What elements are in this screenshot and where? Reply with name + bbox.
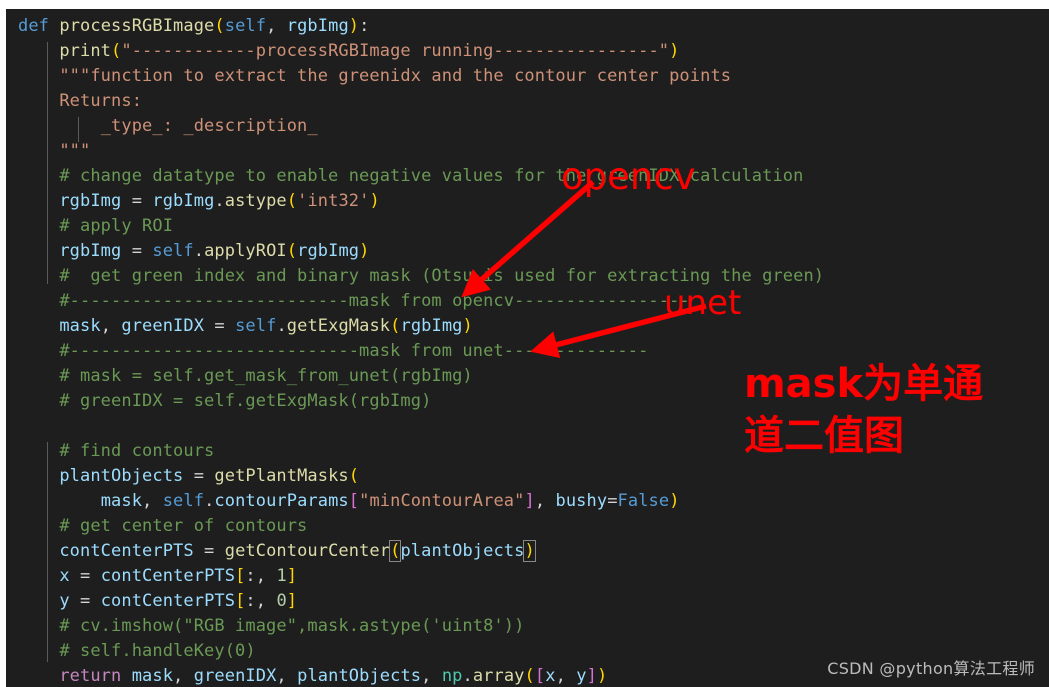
code-line[interactable]: # mask = self.get_mask_from_unet(rgbImg) bbox=[6, 364, 1049, 389]
code-line[interactable]: print("------------processRGBImage runni… bbox=[6, 39, 1049, 64]
code-line[interactable]: # find contours bbox=[6, 439, 1049, 464]
csdn-watermark: CSDN @python算法工程师 bbox=[827, 659, 1035, 678]
code-editor[interactable]: def processRGBImage(self, rgbImg): print… bbox=[6, 9, 1049, 687]
code-line[interactable]: # greenIDX = self.getExgMask(rgbImg) bbox=[6, 389, 1049, 414]
code-line[interactable] bbox=[6, 414, 1049, 439]
code-line[interactable]: # get center of contours bbox=[6, 514, 1049, 539]
code-text-area[interactable]: def processRGBImage(self, rgbImg): print… bbox=[6, 9, 1049, 687]
code-line[interactable]: # get green index and binary mask (Otsu … bbox=[6, 264, 1049, 289]
code-line[interactable]: Returns: bbox=[6, 89, 1049, 114]
indent-guide bbox=[47, 42, 48, 284]
code-line[interactable]: # apply ROI bbox=[6, 214, 1049, 239]
code-line[interactable]: plantObjects = getPlantMasks( bbox=[6, 464, 1049, 489]
code-line[interactable]: _type_: _description_ bbox=[6, 114, 1049, 139]
code-line[interactable]: def processRGBImage(self, rgbImg): bbox=[6, 14, 1049, 39]
code-line[interactable]: """ bbox=[6, 139, 1049, 164]
code-line[interactable]: mask, self.contourParams["minContourArea… bbox=[6, 489, 1049, 514]
code-line[interactable]: # change datatype to enable negative val… bbox=[6, 164, 1049, 189]
code-line[interactable]: rgbImg = rgbImg.astype('int32') bbox=[6, 189, 1049, 214]
code-line[interactable]: mask, greenIDX = self.getExgMask(rgbImg) bbox=[6, 314, 1049, 339]
code-line[interactable]: y = contCenterPTS[:, 0] bbox=[6, 589, 1049, 614]
indent-guide bbox=[78, 117, 79, 142]
code-line[interactable]: #----------------------------mask from u… bbox=[6, 339, 1049, 364]
code-screenshot: def processRGBImage(self, rgbImg): print… bbox=[0, 0, 1049, 687]
code-line[interactable]: contCenterPTS = getContourCenter(plantOb… bbox=[6, 539, 1049, 564]
code-line[interactable]: #---------------------------mask from op… bbox=[6, 289, 1049, 314]
code-line[interactable]: rgbImg = self.applyROI(rgbImg) bbox=[6, 239, 1049, 264]
indent-guide bbox=[47, 442, 48, 662]
code-line[interactable]: x = contCenterPTS[:, 1] bbox=[6, 564, 1049, 589]
code-line[interactable]: # cv.imshow("RGB image",mask.astype('uin… bbox=[6, 614, 1049, 639]
code-line[interactable]: """function to extract the greenidx and … bbox=[6, 64, 1049, 89]
